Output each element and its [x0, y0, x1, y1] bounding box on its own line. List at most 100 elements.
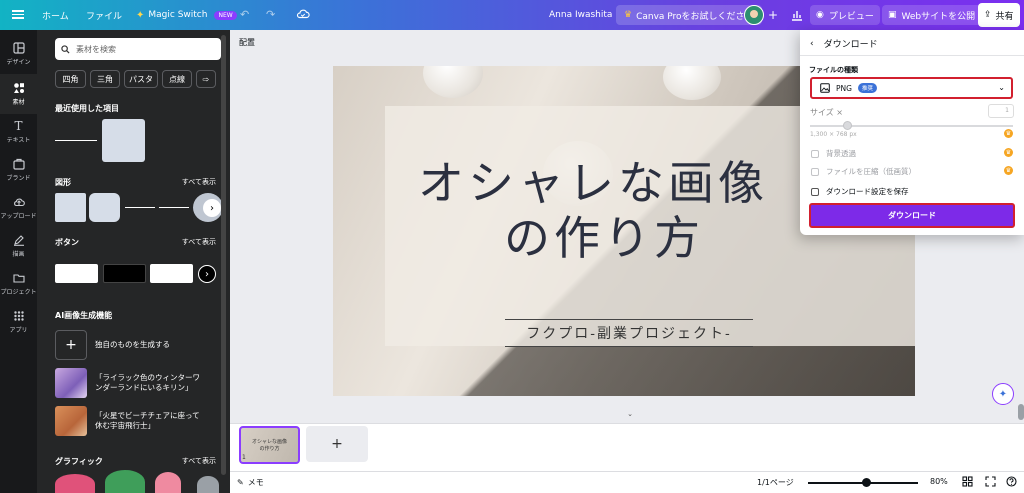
- buttons-see-all-link[interactable]: すべて表示: [182, 237, 216, 247]
- page-thumbnail[interactable]: オシャレな画像 の作り方: [239, 426, 300, 464]
- add-collaborator-icon[interactable]: +: [768, 8, 778, 22]
- shape-arrow-line-thumb[interactable]: [159, 207, 189, 208]
- file-menu-button[interactable]: ファイル: [86, 0, 122, 30]
- ai-generate-own-item[interactable]: + 独自のものを生成する: [55, 330, 170, 360]
- sparkle-icon: ✦: [136, 9, 145, 21]
- left-rail: デザイン 素材 T テキスト ブランド アップロード 描画 プロジェクト アプリ: [0, 30, 37, 493]
- save-download-settings-checkbox[interactable]: ダウンロード設定を保存: [811, 186, 909, 197]
- chevron-down-icon[interactable]: ⌄: [620, 410, 640, 420]
- share-button[interactable]: ⇪ 共有: [978, 3, 1020, 27]
- search-icon: [61, 44, 70, 54]
- share-label: 共有: [995, 11, 1014, 22]
- shape-square-thumb[interactable]: [55, 193, 86, 222]
- chip-pasta[interactable]: パスタ: [124, 70, 158, 88]
- pro-crown-icon: ♛: [1004, 148, 1013, 157]
- notes-label: メモ: [247, 478, 264, 487]
- elements-icon: [13, 83, 24, 93]
- help-icon[interactable]: [1006, 476, 1017, 487]
- rail-item-elements[interactable]: 素材: [0, 74, 37, 114]
- shape-rounded-square-thumb[interactable]: [89, 193, 120, 222]
- back-chevron-icon[interactable]: ‹: [810, 39, 814, 49]
- rail-item-design[interactable]: デザイン: [0, 34, 37, 74]
- ai-astronaut-item[interactable]: 「火星でビーチチェアに座って 休む宇宙飛行士」: [55, 406, 200, 436]
- button-white-thumb[interactable]: [55, 264, 98, 283]
- magic-switch-button[interactable]: ✦ Magic Switch NEW: [136, 0, 237, 30]
- file-type-select[interactable]: PNG 推奨 ⌄: [810, 77, 1013, 99]
- preview-button[interactable]: ◉ プレビュー: [810, 5, 880, 25]
- graphic-thumb[interactable]: [105, 470, 145, 493]
- publish-website-button[interactable]: ▣ Webサイトを公開: [882, 5, 982, 25]
- rail-item-brand[interactable]: ブランド: [0, 150, 37, 190]
- giraffe-image: [55, 368, 87, 398]
- try-pro-button[interactable]: ♛ Canva Proをお試しください: [616, 5, 762, 25]
- cloud-save-icon[interactable]: [296, 7, 310, 21]
- chip-scroll-right-icon[interactable]: ⇨: [196, 70, 216, 88]
- button-white-2-thumb[interactable]: [150, 264, 193, 283]
- canvas-scrollbar[interactable]: [1018, 404, 1024, 420]
- preview-label: プレビュー: [828, 11, 874, 22]
- rail-label: アプリ: [9, 327, 28, 334]
- rail-item-projects[interactable]: プロジェクト: [0, 264, 37, 304]
- shapes-next-icon[interactable]: ›: [203, 199, 221, 217]
- plus-icon: +: [55, 330, 87, 360]
- compress-file-checkbox[interactable]: ファイルを圧縮（低画質）: [811, 166, 916, 177]
- recent-line-thumb[interactable]: [55, 140, 97, 141]
- rail-item-apps[interactable]: アプリ: [0, 302, 37, 342]
- user-name[interactable]: Anna Iwashita: [549, 0, 612, 30]
- eye-icon: ◉: [816, 10, 824, 20]
- redo-icon[interactable]: ↷: [266, 8, 275, 21]
- insights-chart-icon[interactable]: [790, 8, 804, 22]
- avatar[interactable]: [744, 5, 764, 25]
- undo-icon[interactable]: ↶: [240, 8, 249, 21]
- file-type-label: ファイルの種類: [809, 66, 858, 74]
- add-page-button[interactable]: +: [306, 426, 368, 462]
- new-badge: NEW: [214, 10, 237, 20]
- graphics-see-all-link[interactable]: すべて表示: [182, 456, 216, 466]
- shapes-title: 図形: [55, 178, 71, 187]
- chip-square[interactable]: 四角: [55, 70, 86, 88]
- notes-button[interactable]: ✎ メモ: [237, 477, 264, 488]
- zoom-level[interactable]: 80%: [930, 477, 948, 486]
- fullscreen-icon[interactable]: [985, 476, 996, 487]
- rail-item-text[interactable]: T テキスト: [0, 112, 37, 152]
- recent-square-thumb[interactable]: [102, 119, 145, 162]
- size-slider[interactable]: [810, 125, 1013, 127]
- brand-icon: [12, 158, 25, 170]
- home-button[interactable]: ホーム: [42, 0, 69, 30]
- search-input[interactable]: 素材を検索: [55, 38, 221, 60]
- size-slider-handle[interactable]: [843, 121, 852, 130]
- recent-title: 最近使用した項目: [55, 104, 119, 113]
- rail-item-draw[interactable]: 描画: [0, 226, 37, 266]
- elements-panel: 素材を検索 四角 三角 パスタ 点線 ⇨ 最近使用した項目 図形 すべて表示 ›…: [37, 30, 230, 493]
- shapes-see-all-link[interactable]: すべて表示: [182, 177, 216, 187]
- zoom-slider-handle[interactable]: [862, 478, 871, 487]
- menu-icon[interactable]: [12, 8, 24, 20]
- magic-assistant-icon[interactable]: ✦: [992, 383, 1014, 405]
- arrange-button[interactable]: 配置: [239, 37, 255, 48]
- ai-giraffe-item[interactable]: 「ライラック色のウィンターワ ンダーランドにいるキリン」: [55, 368, 200, 398]
- rail-item-uploads[interactable]: アップロード: [0, 188, 37, 228]
- graphic-thumb[interactable]: [197, 476, 219, 493]
- rail-label: アップロード: [0, 213, 37, 220]
- design-title[interactable]: オシャレな画像 の作り方: [418, 156, 778, 266]
- divider: [800, 55, 1024, 56]
- chip-triangle[interactable]: 三角: [90, 70, 120, 88]
- buttons-next-icon[interactable]: ›: [198, 265, 216, 283]
- ai-item-text: 独自のものを生成する: [95, 339, 170, 349]
- design-subtitle[interactable]: フクプロ-副業プロジェクト-: [505, 319, 753, 347]
- pro-crown-icon: ♛: [1004, 166, 1013, 175]
- transparent-background-checkbox[interactable]: 背景透過: [811, 148, 856, 159]
- size-input[interactable]: 1: [988, 104, 1014, 118]
- share-upload-icon: ⇪: [984, 10, 992, 20]
- shape-line-thumb[interactable]: [125, 207, 155, 208]
- website-icon: ▣: [888, 10, 897, 20]
- graphic-thumb[interactable]: [155, 472, 181, 493]
- button-black-thumb[interactable]: [103, 264, 146, 283]
- graphics-title: グラフィック: [55, 457, 103, 466]
- grid-view-icon[interactable]: [962, 476, 973, 487]
- download-button[interactable]: ダウンロード: [809, 203, 1015, 228]
- recommended-badge: 推奨: [857, 83, 877, 93]
- chip-dotted-line[interactable]: 点線: [162, 70, 192, 88]
- panel-scrollbar[interactable]: [221, 35, 226, 475]
- graphic-thumb[interactable]: [55, 474, 95, 493]
